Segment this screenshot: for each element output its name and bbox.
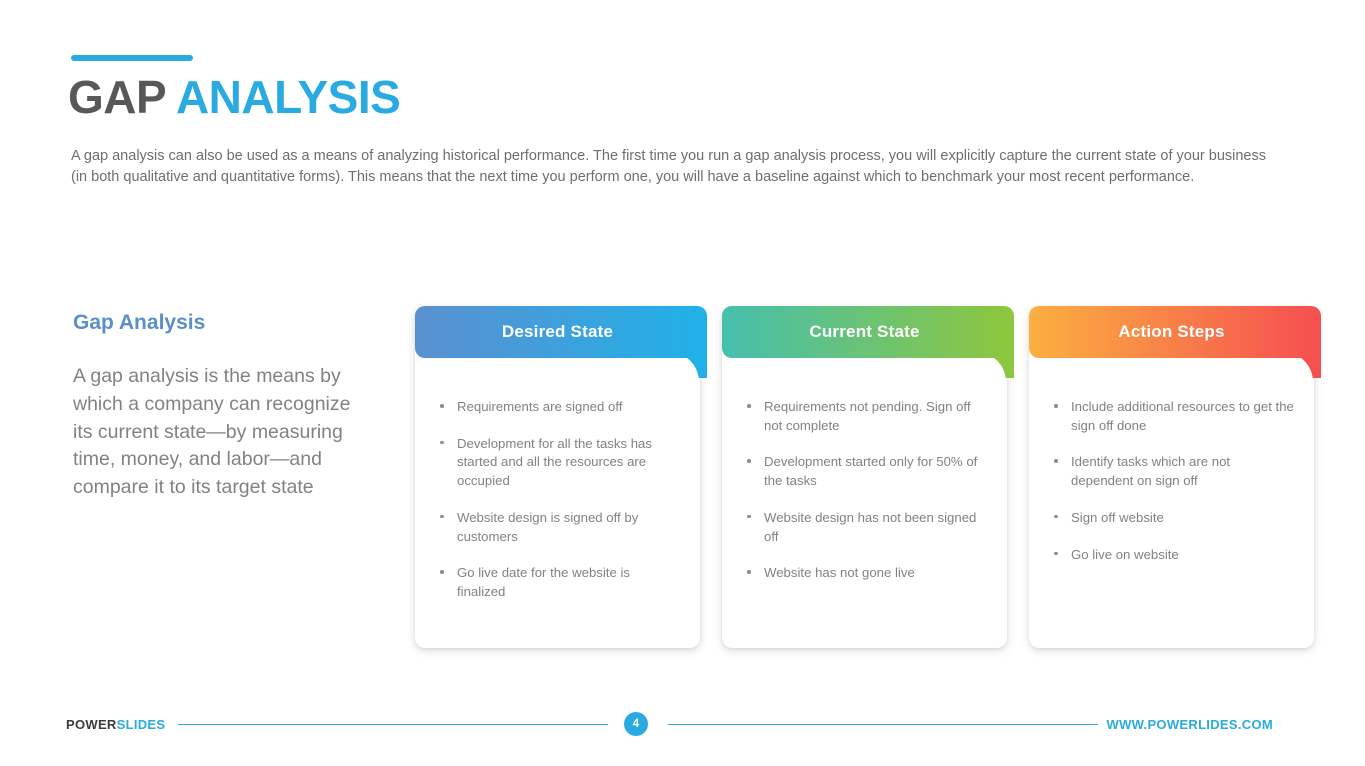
bullet-list: Include additional resources to get the …	[1047, 398, 1296, 564]
bullet-dot-icon	[747, 404, 751, 408]
list-item: Website design has not been signed off	[740, 509, 989, 546]
page-title: GAP ANALYSIS	[68, 71, 401, 123]
bullet-dot-icon	[440, 404, 444, 408]
footer-website-url[interactable]: WWW.POWERLIDES.COM	[1107, 717, 1273, 732]
footer: POWERSLIDES WWW.POWERLIDES.COM	[0, 712, 1365, 746]
bullet-dot-icon	[440, 570, 444, 574]
card-title: Desired State	[501, 322, 614, 341]
card-title: Action Steps	[1118, 322, 1225, 341]
list-item: Development for all the tasks has starte…	[433, 435, 682, 491]
bullet-dot-icon	[440, 440, 444, 445]
slide-canvas: GAP ANALYSIS A gap analysis can also be …	[0, 0, 1365, 766]
bullet-dot-icon	[747, 570, 751, 574]
page-title-accent: ANALYSIS	[175, 71, 401, 123]
bullet-list: Requirements not pending. Sign off not c…	[740, 398, 989, 583]
brand-logo: POWERSLIDES	[66, 717, 165, 732]
bullet-dot-icon	[1054, 459, 1058, 463]
list-item: Include additional resources to get the …	[1047, 398, 1296, 435]
page-title-primary: GAP	[68, 71, 166, 123]
brand-logo-primary: POWER	[66, 717, 117, 732]
list-item-text: Requirements not pending. Sign off not c…	[764, 399, 971, 433]
left-column: Gap Analysis A gap analysis is the means…	[73, 310, 373, 502]
list-item: Sign off website	[1047, 509, 1296, 528]
list-item-text: Identify tasks which are not dependent o…	[1071, 454, 1231, 489]
list-item: Requirements not pending. Sign off not c…	[740, 398, 989, 435]
card-body-action-steps: Include additional resources to get the …	[1029, 358, 1314, 648]
page-number-badge: 4	[624, 712, 648, 736]
bullet-dot-icon	[1054, 551, 1058, 556]
title-accent-bar	[71, 55, 193, 61]
list-item-text: Website has not gone live	[764, 565, 915, 581]
bullet-dot-icon	[1054, 404, 1058, 408]
brand-logo-accent: SLIDES	[116, 717, 166, 732]
card-current-state[interactable]: Current State Requirements not pending. …	[722, 306, 1014, 648]
card-body-current-state: Requirements not pending. Sign off not c…	[722, 358, 1007, 648]
list-item: Website design is signed off by customer…	[433, 509, 682, 546]
footer-divider-right	[668, 724, 1098, 726]
card-header-action-steps: Action Steps	[1029, 306, 1314, 358]
list-item: Website has not gone live	[740, 564, 989, 583]
left-column-heading: Gap Analysis	[73, 311, 206, 334]
cards-container: Desired State Requirements are signed of…	[415, 306, 1321, 648]
list-item-text: Development started only for 50% of the …	[764, 454, 978, 489]
bullet-dot-icon	[440, 514, 444, 519]
intro-paragraph: A gap analysis can also be used as a mea…	[71, 148, 1266, 185]
card-desired-state[interactable]: Desired State Requirements are signed of…	[415, 306, 707, 648]
footer-divider-left	[178, 724, 608, 726]
card-header-current-state: Current State	[722, 306, 1007, 358]
list-item: Requirements are signed off	[433, 398, 682, 417]
list-item-text: Website design has not been signed off	[764, 509, 977, 544]
list-item: Identify tasks which are not dependent o…	[1047, 453, 1296, 490]
list-item-text: Go live on website	[1071, 546, 1179, 562]
list-item-text: Include additional resources to get the …	[1071, 399, 1294, 433]
card-title: Current State	[809, 322, 920, 341]
list-item: Go live date for the website is finalize…	[433, 564, 682, 601]
list-item-text: Website design is signed off by customer…	[457, 509, 639, 544]
list-item: Development started only for 50% of the …	[740, 453, 989, 490]
bullet-dot-icon	[747, 514, 751, 519]
card-action-steps[interactable]: Action Steps Include additional resource…	[1029, 306, 1321, 648]
list-item-text: Development for all the tasks has starte…	[457, 435, 652, 489]
bullet-dot-icon	[1054, 514, 1058, 519]
card-body-desired-state: Requirements are signed off Development …	[415, 358, 700, 648]
bullet-dot-icon	[747, 459, 751, 463]
list-item-text: Go live date for the website is finalize…	[457, 565, 630, 600]
list-item-text: Sign off website	[1071, 509, 1164, 525]
bullet-list: Requirements are signed off Development …	[433, 398, 682, 602]
left-column-body: A gap analysis is the means by which a c…	[73, 365, 351, 498]
list-item-text: Requirements are signed off	[457, 399, 623, 414]
card-header-desired-state: Desired State	[415, 306, 700, 358]
list-item: Go live on website	[1047, 546, 1296, 565]
